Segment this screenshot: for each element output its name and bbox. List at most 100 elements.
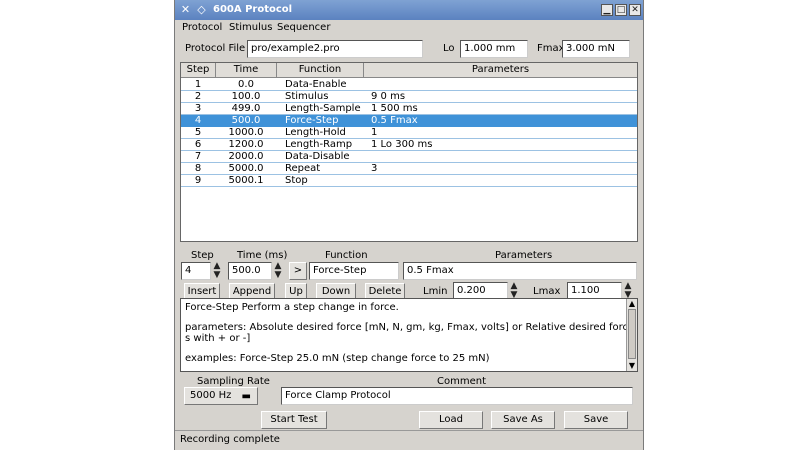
column-header-parameters[interactable]: Parameters <box>364 64 637 75</box>
help-line: Force-Step Perform a step change in forc… <box>185 302 399 313</box>
protocol-table[interactable]: Step Time Function Parameters 1 0.0 Data-E… <box>180 62 638 242</box>
table-cell-time: 500.0 <box>231 115 261 126</box>
parameters-field[interactable]: 0.5 Fmax <box>403 262 637 280</box>
table-cell-params: 3 <box>371 163 378 174</box>
table-cell-params: 9 0 ms <box>371 91 406 102</box>
column-header-step[interactable]: Step <box>181 64 215 75</box>
table-cell-time: 499.0 <box>231 103 261 114</box>
sampling-rate-dropdown[interactable]: 5000 Hz ▬ <box>184 387 258 405</box>
pin-icon[interactable]: ◇ <box>195 3 208 16</box>
maximize-button[interactable]: □ <box>615 4 627 16</box>
protocol-window: ✕ ◇ 600A Protocol ▁ □ ✕ Protocol Stimulu… <box>174 0 644 450</box>
fmax-label: Fmax <box>537 43 565 54</box>
menu-protocol[interactable]: Protocol <box>182 22 222 33</box>
menu-stimulus[interactable]: Stimulus <box>229 22 272 33</box>
help-line: examples: Force-Step 25.0 mN (step chang… <box>185 353 490 364</box>
table-cell-time: 100.0 <box>231 91 261 102</box>
time-label: Time (ms) <box>237 250 288 261</box>
table-row[interactable]: 2 100.0 Stimulus 9 0 ms <box>181 91 637 103</box>
save-as-button[interactable]: Save As <box>491 411 555 429</box>
table-cell-step: 2 <box>194 91 202 102</box>
table-row[interactable]: 8 5000.0 Repeat 3 <box>181 163 637 175</box>
table-cell-step: 8 <box>194 163 202 174</box>
apply-arrow-button[interactable]: > <box>289 262 307 280</box>
table-cell-function: Data-Disable <box>285 151 350 162</box>
scroll-down-icon[interactable]: ▼ <box>627 361 637 370</box>
table-cell-function: Force-Step <box>285 115 339 126</box>
table-cell-function: Length-Hold <box>285 127 346 138</box>
save-button[interactable]: Save <box>564 411 628 429</box>
menu-sequencer[interactable]: Sequencer <box>277 22 330 33</box>
table-cell-time: 0.0 <box>238 79 254 90</box>
help-line: s with + or -] <box>185 333 251 344</box>
start-test-button[interactable]: Start Test <box>261 411 327 429</box>
table-cell-step: 1 <box>194 79 202 90</box>
protocol-file-label: Protocol File <box>185 43 246 54</box>
parameters-label: Parameters <box>495 250 553 261</box>
function-field[interactable]: Force-Step <box>309 262 399 280</box>
lo-label: Lo <box>443 43 455 54</box>
scroll-thumb[interactable] <box>628 309 636 359</box>
function-label: Function <box>325 250 368 261</box>
help-line: parameters: Absolute desired force [mN, … <box>185 322 637 333</box>
column-header-time[interactable]: Time <box>216 64 276 75</box>
time-field[interactable]: 500.0 <box>228 262 272 280</box>
step-label: Step <box>191 250 214 261</box>
table-cell-function: Stop <box>285 175 308 186</box>
table-cell-function: Length-Ramp <box>285 139 353 150</box>
status-text: Recording complete <box>180 434 280 445</box>
table-cell-params: 1 <box>371 127 378 138</box>
table-header: Step Time Function Parameters <box>181 63 637 78</box>
step-spinner-icon[interactable]: ▲ ▼ <box>212 262 222 280</box>
load-button[interactable]: Load <box>419 411 483 429</box>
table-cell-time: 2000.0 <box>228 151 264 162</box>
fmax-field[interactable]: 3.000 mN <box>562 40 630 58</box>
scroll-up-icon[interactable]: ▲ <box>627 299 637 308</box>
table-row[interactable]: 4 500.0 Force-Step 0.5 Fmax <box>181 115 637 127</box>
sampling-rate-value: 5000 Hz <box>190 390 232 401</box>
table-row[interactable]: 1 0.0 Data-Enable <box>181 79 637 91</box>
lmax-label: Lmax <box>533 286 561 297</box>
table-row[interactable]: 9 5000.1 Stop <box>181 175 637 187</box>
table-cell-params: 1 500 ms <box>371 103 418 114</box>
table-cell-step: 3 <box>194 103 202 114</box>
table-cell-step: 6 <box>194 139 202 150</box>
table-row[interactable]: 6 1200.0 Length-Ramp 1 Lo 300 ms <box>181 139 637 151</box>
menu-bar: Protocol Stimulus Sequencer <box>175 20 643 36</box>
step-field[interactable]: 4 <box>181 262 211 280</box>
table-cell-step: 4 <box>194 115 202 126</box>
column-header-function[interactable]: Function <box>277 64 363 75</box>
table-cell-time: 5000.1 <box>228 175 264 186</box>
table-cell-time: 1000.0 <box>228 127 264 138</box>
help-text-area[interactable]: Force-Step Perform a step change in forc… <box>180 298 638 372</box>
comment-label: Comment <box>437 376 486 387</box>
table-cell-params: 0.5 Fmax <box>371 115 418 126</box>
lmin-label: Lmin <box>423 286 448 297</box>
table-row[interactable]: 5 1000.0 Length-Hold 1 <box>181 127 637 139</box>
dropdown-indicator-icon: ▬ <box>241 391 251 402</box>
table-cell-function: Stimulus <box>285 91 329 102</box>
table-cell-params: 1 Lo 300 ms <box>371 139 433 150</box>
table-cell-time: 1200.0 <box>228 139 264 150</box>
app-menu-icon[interactable]: ✕ <box>179 3 192 16</box>
table-cell-step: 5 <box>194 127 202 138</box>
time-spinner-icon[interactable]: ▲ ▼ <box>273 262 283 280</box>
status-bar: Recording complete <box>175 430 643 451</box>
window-title: 600A Protocol <box>213 4 293 15</box>
table-cell-function: Length-Sample <box>285 103 361 114</box>
sampling-rate-label: Sampling Rate <box>197 376 270 387</box>
table-cell-step: 9 <box>194 175 202 186</box>
title-bar: ✕ ◇ 600A Protocol ▁ □ ✕ <box>175 0 643 20</box>
table-cell-time: 5000.0 <box>228 163 264 174</box>
table-cell-function: Repeat <box>285 163 321 174</box>
table-cell-step: 7 <box>194 151 202 162</box>
minimize-button[interactable]: ▁ <box>601 4 613 16</box>
protocol-file-field[interactable]: pro/example2.pro <box>247 40 423 58</box>
close-button[interactable]: ✕ <box>629 4 641 16</box>
table-row[interactable]: 3 499.0 Length-Sample 1 500 ms <box>181 103 637 115</box>
table-row[interactable]: 7 2000.0 Data-Disable <box>181 151 637 163</box>
lo-field[interactable]: 1.000 mm <box>460 40 528 58</box>
table-cell-function: Data-Enable <box>285 79 347 90</box>
help-scrollbar[interactable]: ▲ ▼ <box>626 299 637 371</box>
comment-field[interactable]: Force Clamp Protocol <box>281 387 633 405</box>
